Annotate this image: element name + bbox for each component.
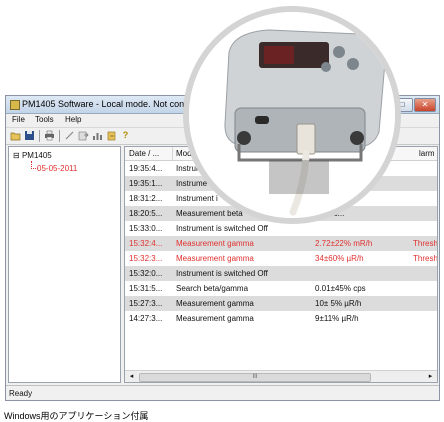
cell-mode: Measurement gamma bbox=[176, 254, 254, 263]
cell-alarm: Thresh bbox=[413, 239, 438, 248]
cell-time: 19:35:1... bbox=[129, 179, 163, 188]
table-row[interactable]: 14:27:3... Measurement gamma 9±11% µR/h bbox=[125, 311, 437, 326]
help-icon[interactable]: ? bbox=[120, 130, 131, 141]
cell-mode: Measurement gamma bbox=[176, 239, 254, 248]
image-caption: Windows用のアプリケーション付属 bbox=[4, 411, 149, 421]
cell-time: 14:27:3... bbox=[129, 314, 163, 323]
menu-help[interactable]: Help bbox=[65, 115, 81, 124]
table-row[interactable]: 15:27:3... Measurement gamma 10± 5% µR/h bbox=[125, 296, 437, 311]
cell-mode: Search beta/gamma bbox=[176, 284, 249, 293]
save-icon[interactable] bbox=[24, 130, 35, 141]
cell-mode: Instrument is switched Off bbox=[176, 269, 268, 278]
device-tree: ⊟ PM1405 05-05-2011 bbox=[8, 146, 121, 383]
tree-root-label: PM1405 bbox=[21, 151, 52, 160]
cell-value: 34±60% µR/h bbox=[315, 254, 364, 263]
close-button[interactable]: ✕ bbox=[414, 98, 436, 112]
column-divider[interactable] bbox=[172, 147, 173, 160]
cell-mode: Instrument is switched Off bbox=[176, 224, 268, 233]
horizontal-scrollbar[interactable]: ◂ III ▸ bbox=[125, 370, 437, 382]
tree-root-item[interactable]: ⊟ PM1405 bbox=[13, 151, 52, 160]
table-row[interactable]: 15:32:0... Instrument is switched Off bbox=[125, 266, 437, 281]
cell-mode: Measurement gamma bbox=[176, 299, 254, 308]
export-icon[interactable] bbox=[78, 130, 89, 141]
toolbar-separator bbox=[39, 130, 40, 142]
scroll-thumb[interactable]: III bbox=[139, 373, 371, 382]
import-icon[interactable] bbox=[106, 130, 117, 141]
window-title: PM1405 Software - Local mode. Not conn bbox=[22, 99, 190, 109]
cell-value: 0.01±45% cps bbox=[315, 284, 366, 293]
toolbar-separator bbox=[59, 130, 60, 142]
cell-time: 15:33:0... bbox=[129, 224, 163, 233]
cell-alarm: Thresh bbox=[413, 254, 438, 263]
status-bar: Ready bbox=[6, 385, 439, 400]
cell-value: 2.72±22% mR/h bbox=[315, 239, 373, 248]
column-header-alarm[interactable]: larm bbox=[419, 149, 435, 158]
collapse-icon[interactable]: ⊟ bbox=[13, 151, 20, 160]
cell-time: 15:32:3... bbox=[129, 254, 163, 263]
cell-time: 18:20:5... bbox=[129, 209, 163, 218]
cell-value: 9±11% µR/h bbox=[315, 314, 359, 323]
menu-file[interactable]: File bbox=[12, 115, 25, 124]
cell-time: 18:31:2... bbox=[129, 194, 163, 203]
device-photo-callout bbox=[183, 6, 401, 224]
tree-item-date[interactable]: 05-05-2011 bbox=[37, 164, 77, 173]
cell-mode: Measurement gamma bbox=[176, 314, 254, 323]
scroll-left-arrow[interactable]: ◂ bbox=[127, 372, 136, 381]
app-icon bbox=[10, 100, 20, 110]
print-icon[interactable] bbox=[44, 130, 55, 141]
cell-value: 10± 5% µR/h bbox=[315, 299, 362, 308]
dosimeter-photo bbox=[189, 12, 395, 218]
status-text: Ready bbox=[9, 389, 33, 398]
scroll-right-arrow[interactable]: ▸ bbox=[426, 372, 435, 381]
cell-time: 15:27:3... bbox=[129, 299, 163, 308]
cell-time: 15:32:4... bbox=[129, 239, 163, 248]
chart-icon[interactable] bbox=[92, 130, 103, 141]
table-row[interactable]: 15:32:3... Measurement gamma 34±60% µR/h Th… bbox=[125, 251, 437, 266]
cell-time: 15:32:0... bbox=[129, 269, 163, 278]
wand-icon[interactable] bbox=[64, 130, 75, 141]
cell-time: 19:35:4... bbox=[129, 164, 163, 173]
table-row[interactable]: 15:32:4... Measurement gamma 2.72±22% mR/h… bbox=[125, 236, 437, 251]
open-folder-icon[interactable] bbox=[10, 130, 21, 141]
cell-time: 15:31:5... bbox=[129, 284, 163, 293]
table-row[interactable]: 15:31:5... Search beta/gamma 0.01±45% cps bbox=[125, 281, 437, 296]
menu-tools[interactable]: Tools bbox=[35, 115, 54, 124]
column-header-date[interactable]: Date / ... bbox=[129, 149, 159, 158]
